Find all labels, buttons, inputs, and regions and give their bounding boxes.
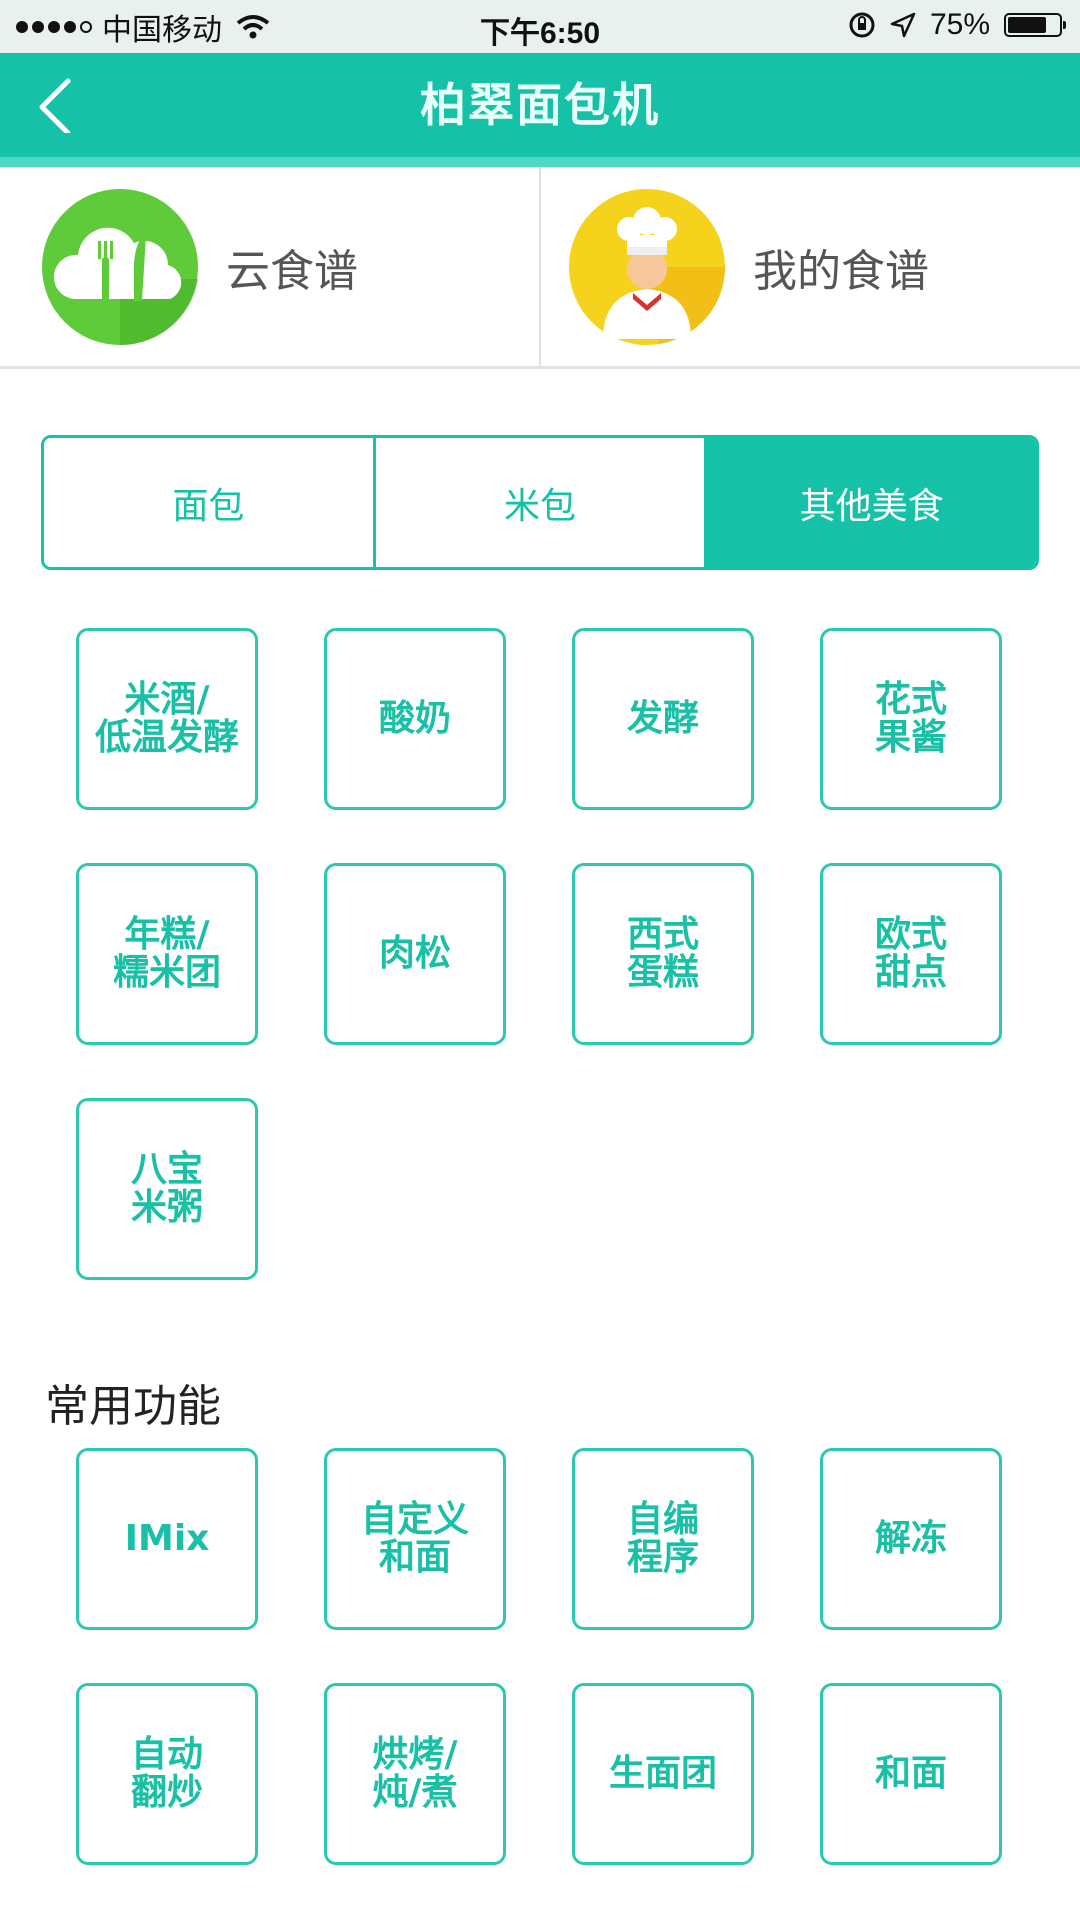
program-yogurt-button[interactable]: 酸奶 xyxy=(324,628,506,810)
common-functions-grid: IMix 自定义 和面 自编 程序 解冻 自动 翻炒 烘烤/ 炖/煮 生面团 和… xyxy=(76,1448,1004,1865)
cloud-fork-knife-icon xyxy=(42,188,198,345)
status-bar: 中国移动 下午6:50 75% xyxy=(0,0,1080,53)
battery-icon xyxy=(1004,13,1066,37)
program-eight-treasure-porridge-button[interactable]: 八宝 米粥 xyxy=(76,1098,258,1280)
my-recipes-button[interactable]: 我的食谱 xyxy=(541,167,1080,366)
common-functions-title: 常用功能 xyxy=(45,1381,221,1432)
location-arrow-icon xyxy=(890,12,916,38)
program-rice-wine-button[interactable]: 米酒/ 低温发酵 xyxy=(76,628,258,810)
function-thaw-button[interactable]: 解冻 xyxy=(820,1448,1002,1630)
function-bake-stew-boil-button[interactable]: 烘烤/ 炖/煮 xyxy=(324,1683,506,1865)
program-ferment-button[interactable]: 发酵 xyxy=(572,628,754,810)
status-right: 75% xyxy=(848,8,1066,42)
program-european-dessert-button[interactable]: 欧式 甜点 xyxy=(820,863,1002,1045)
battery-percent: 75% xyxy=(929,8,990,41)
tab-other-food[interactable]: 其他美食 xyxy=(704,438,1036,567)
program-meat-floss-button[interactable]: 肉松 xyxy=(324,863,506,1045)
category-tabs: 面包 米包 其他美食 xyxy=(41,435,1039,570)
chef-icon xyxy=(569,188,725,345)
my-recipes-label: 我的食谱 xyxy=(753,245,929,297)
function-custom-program-button[interactable]: 自编 程序 xyxy=(572,1448,754,1630)
program-jam-button[interactable]: 花式 果酱 xyxy=(820,628,1002,810)
function-auto-stir-fry-button[interactable]: 自动 翻炒 xyxy=(76,1683,258,1865)
function-raw-dough-button[interactable]: 生面团 xyxy=(572,1683,754,1865)
program-western-cake-button[interactable]: 西式 蛋糕 xyxy=(572,863,754,1045)
nav-bar: 柏翠面包机 xyxy=(0,53,1080,157)
battery-fill xyxy=(1008,17,1046,33)
page-title: 柏翠面包机 xyxy=(420,78,660,132)
program-rice-cake-button[interactable]: 年糕/ 糯米团 xyxy=(76,863,258,1045)
nav-accent-stripe xyxy=(0,157,1080,167)
function-knead-button[interactable]: 和面 xyxy=(820,1683,1002,1865)
cloud-recipes-button[interactable]: 云食谱 xyxy=(0,167,539,366)
program-grid: 米酒/ 低温发酵 酸奶 发酵 花式 果酱 年糕/ 糯米团 肉松 西式 蛋糕 欧式… xyxy=(76,628,1004,1280)
tab-bread[interactable]: 面包 xyxy=(44,438,373,567)
orientation-lock-icon xyxy=(849,12,875,38)
tab-rice-bread[interactable]: 米包 xyxy=(372,438,705,567)
recipe-shortcuts: 云食谱 我的食谱 xyxy=(0,167,1080,369)
function-custom-knead-button[interactable]: 自定义 和面 xyxy=(324,1448,506,1630)
function-imix-button[interactable]: IMix xyxy=(76,1448,258,1630)
cloud-recipes-label: 云食谱 xyxy=(226,245,358,297)
